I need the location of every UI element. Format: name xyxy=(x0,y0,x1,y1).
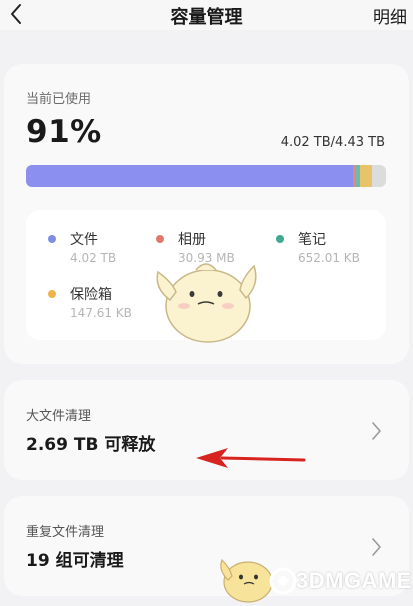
legend-value: 4.02 TB xyxy=(70,251,117,265)
mascot-sticker-icon xyxy=(156,263,257,343)
watermark-logo-icon xyxy=(269,567,297,595)
legend-dot xyxy=(156,235,164,243)
bar-segment-safe xyxy=(360,165,372,187)
large-file-title: 大文件清理 xyxy=(26,409,92,424)
detail-link[interactable]: 明细 xyxy=(373,3,407,28)
legend-dot xyxy=(48,290,56,298)
bar-segment-files xyxy=(26,165,353,187)
chevron-right-icon xyxy=(369,536,383,558)
bar-segment-free xyxy=(371,165,386,187)
red-arrow-icon xyxy=(196,448,306,468)
usage-total: 4.02 TB/4.43 TB xyxy=(280,135,385,150)
duplicate-file-title: 重复文件清理 xyxy=(26,525,105,540)
nav-bar: 容量管理 明细 xyxy=(0,0,413,30)
legend-value: 147.61 KB xyxy=(70,306,132,320)
usage-progress-bar xyxy=(26,165,386,187)
duplicate-file-value: 19 组可清理 xyxy=(26,551,124,571)
chevron-right-icon xyxy=(369,420,383,442)
watermark-text: 3DMGAME xyxy=(296,568,412,593)
large-file-value: 2.69 TB 可释放 xyxy=(26,435,156,455)
legend-name: 保险箱 xyxy=(70,287,112,303)
usage-percent: 91% xyxy=(26,114,102,150)
legend-dot xyxy=(48,235,56,243)
legend-name: 相册 xyxy=(178,232,206,248)
page-title: 容量管理 xyxy=(170,7,243,28)
legend-value: 652.01 KB xyxy=(298,251,360,265)
legend-dot xyxy=(276,235,284,243)
legend-name: 文件 xyxy=(70,232,98,248)
used-label: 当前已使用 xyxy=(26,92,92,107)
legend-name: 笔记 xyxy=(298,232,326,248)
